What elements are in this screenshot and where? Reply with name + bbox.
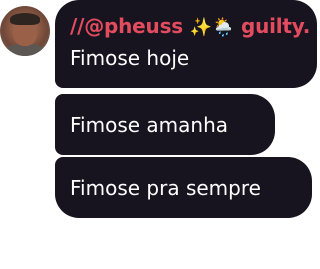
message-text: Fimose hoje (70, 46, 190, 70)
author-suffix: guilty. (240, 14, 311, 38)
avatar[interactable] (0, 6, 50, 56)
sparkles-cloud-emoji-icon: ✨🌦️ (189, 17, 235, 38)
author-handle: //@pheuss (70, 14, 183, 38)
message-text: Fimose amanha (70, 113, 229, 137)
message-bubble-2[interactable]: Fimose amanha (55, 94, 275, 155)
message-bubble-1[interactable]: //@pheuss ✨🌦️ guilty. Fimose hoje (55, 0, 317, 88)
author-name[interactable]: //@pheuss ✨🌦️ guilty. (70, 14, 310, 38)
message-bubble-3[interactable]: Fimose pra sempre (55, 157, 312, 218)
chat-thread: //@pheuss ✨🌦️ guilty. Fimose hoje Fimose… (0, 0, 320, 269)
avatar-hair (10, 13, 40, 25)
message-text: Fimose pra sempre (70, 176, 261, 200)
